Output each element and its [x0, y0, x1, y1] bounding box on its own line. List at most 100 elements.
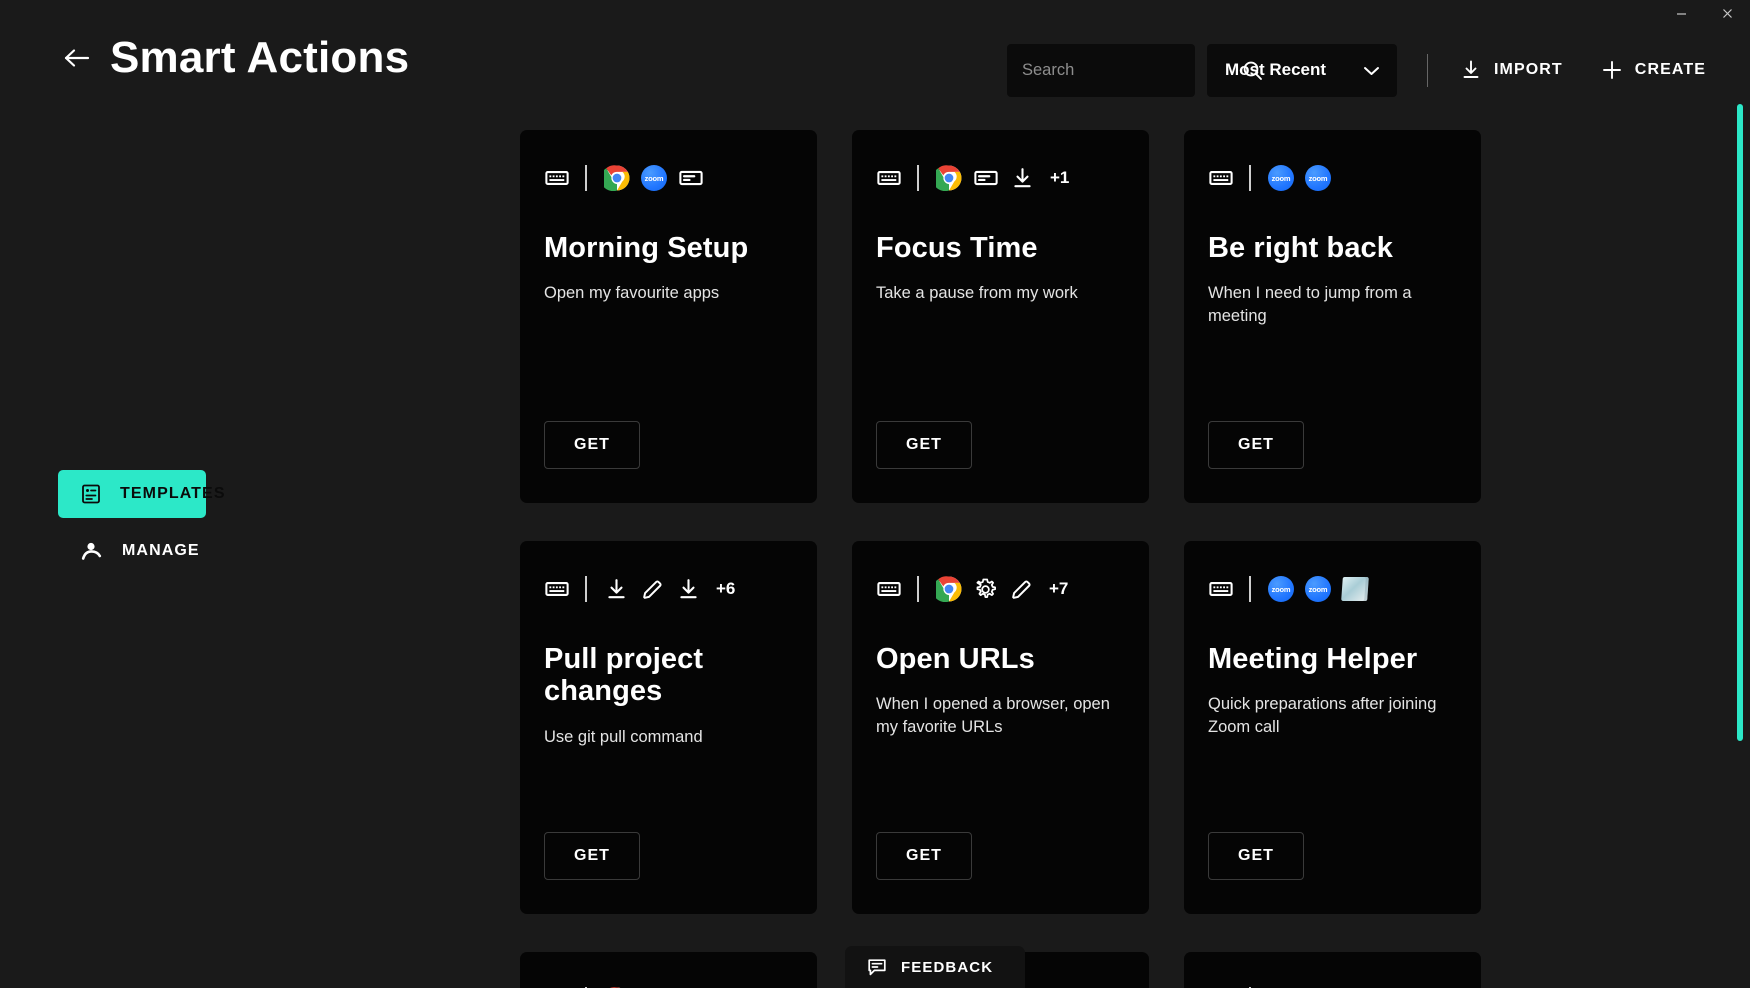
keyboard-icon [544, 576, 570, 602]
template-card[interactable]: +6 Pull project changes Use git pull comma… [520, 541, 817, 914]
get-button[interactable]: GET [544, 832, 640, 880]
card-title: Open URLs [876, 643, 1125, 675]
minimize-button[interactable] [1658, 0, 1704, 26]
card-action-row: GET [876, 421, 1125, 469]
search-input[interactable] [1022, 61, 1242, 80]
gear-icon [973, 577, 998, 602]
card-action-row: GET [876, 832, 1125, 880]
card-description: Quick preparations after joining Zoom ca… [1208, 693, 1446, 738]
get-button[interactable]: GET [876, 832, 972, 880]
card-title: Be right back [1208, 232, 1457, 264]
card-description: When I opened a browser, open my favorit… [876, 693, 1114, 738]
page-title: Smart Actions [110, 33, 409, 83]
pencil-icon [640, 577, 665, 602]
card-description: When I need to jump from a meeting [1208, 282, 1446, 327]
zoom-icon: zoom [1268, 165, 1294, 191]
card-action-row: GET [544, 832, 793, 880]
card-icon-row: +6 [544, 575, 793, 603]
template-card[interactable]: +1 Focus Time Take a pause from my work GET [852, 130, 1149, 503]
card-title: Pull project changes [544, 643, 793, 708]
card-action-row: GET [1208, 421, 1457, 469]
create-label: CREATE [1635, 61, 1706, 79]
card-description: Take a pause from my work [876, 282, 1114, 304]
card-icon-row: zoom zoom [1208, 164, 1457, 192]
card-icon-row: zoom zoom [1208, 575, 1457, 603]
keyboard-icon [1208, 576, 1234, 602]
notes-app-icon [1341, 577, 1369, 601]
get-button[interactable]: GET [544, 421, 640, 469]
icon-divider [585, 576, 587, 602]
scrollbar-thumb[interactable] [1737, 104, 1743, 741]
icon-divider [585, 165, 587, 191]
zoom-icon: zoom [1268, 576, 1294, 602]
title-bar [0, 0, 1750, 30]
note-icon [678, 165, 704, 191]
get-button[interactable]: GET [1208, 832, 1304, 880]
icon-divider [917, 165, 919, 191]
card-icon-overflow-count: +6 [716, 579, 735, 599]
plus-icon [1601, 59, 1623, 81]
card-action-row: GET [1208, 832, 1457, 880]
template-card[interactable]: +7 Open URLs When I opened a browser, open… [852, 541, 1149, 914]
chevron-down-icon[interactable] [1362, 64, 1381, 77]
card-icon-overflow-count: +7 [1049, 579, 1068, 599]
card-icon-row: +1 [876, 164, 1125, 192]
search-icon[interactable] [1242, 60, 1263, 81]
speech-bubble-icon [867, 958, 887, 977]
zoom-icon: zoom [641, 165, 667, 191]
feedback-label: FEEDBACK [901, 959, 993, 976]
pencil-icon [1009, 577, 1034, 602]
icon-divider [917, 576, 919, 602]
zoom-icon: zoom [1305, 165, 1331, 191]
zoom-icon: zoom [1305, 165, 1331, 191]
download-icon [1010, 166, 1035, 191]
sidebar: TEMPLATES MANAGE [58, 470, 318, 575]
get-button[interactable]: GET [1208, 421, 1304, 469]
keyboard-icon [876, 576, 902, 602]
templates-grid: zoom Morning Setup Open my favourite apps… [520, 130, 1700, 988]
create-button[interactable]: CREATE [1599, 50, 1708, 90]
zoom-icon: zoom [1268, 576, 1294, 602]
search-box[interactable] [1007, 44, 1195, 97]
template-card[interactable]: GET [1184, 952, 1481, 988]
keyboard-icon [876, 165, 902, 191]
card-icon-row: +7 [876, 575, 1125, 603]
template-card[interactable]: GET [520, 952, 817, 988]
chrome-icon [604, 165, 630, 191]
toolbar-divider [1427, 54, 1428, 87]
card-description: Use git pull command [544, 726, 782, 748]
scrollbar-track[interactable] [1735, 104, 1745, 988]
card-title: Morning Setup [544, 232, 793, 264]
card-title: Meeting Helper [1208, 643, 1457, 675]
get-button[interactable]: GET [876, 421, 972, 469]
sidebar-item-templates-label: TEMPLATES [120, 485, 226, 503]
close-button[interactable] [1704, 0, 1750, 26]
card-title: Focus Time [876, 232, 1125, 264]
chrome-icon [936, 165, 962, 191]
feedback-button[interactable]: FEEDBACK [845, 946, 1025, 988]
card-description: Open my favourite apps [544, 282, 782, 304]
sidebar-item-templates[interactable]: TEMPLATES [58, 470, 206, 518]
template-card[interactable]: zoom Morning Setup Open my favourite apps… [520, 130, 817, 503]
import-label: IMPORT [1494, 61, 1563, 79]
template-card[interactable]: zoom zoom Be right back When I need to jump… [1184, 130, 1481, 503]
note-icon [973, 165, 999, 191]
header-toolbar: Most Recent IMPORT [1007, 42, 1708, 98]
zoom-icon: zoom [1305, 576, 1331, 602]
templates-grid-viewport: zoom Morning Setup Open my favourite apps… [520, 130, 1700, 988]
sidebar-item-manage[interactable]: MANAGE [58, 527, 318, 575]
card-icon-row: zoom [544, 164, 793, 192]
template-card-icon [80, 483, 102, 505]
card-icon-overflow-count: +1 [1050, 168, 1069, 188]
icon-divider [1249, 165, 1251, 191]
keyboard-icon [1208, 165, 1234, 191]
import-button[interactable]: IMPORT [1458, 50, 1565, 90]
back-arrow-icon[interactable] [62, 43, 92, 73]
template-card[interactable]: zoom zoom Meeting Helper Quick preparations… [1184, 541, 1481, 914]
zoom-icon: zoom [641, 165, 667, 191]
card-action-row: GET [544, 421, 793, 469]
chrome-icon [936, 576, 962, 602]
download-icon [676, 577, 701, 602]
zoom-icon: zoom [1268, 165, 1294, 191]
notes-app-icon [1342, 577, 1368, 601]
